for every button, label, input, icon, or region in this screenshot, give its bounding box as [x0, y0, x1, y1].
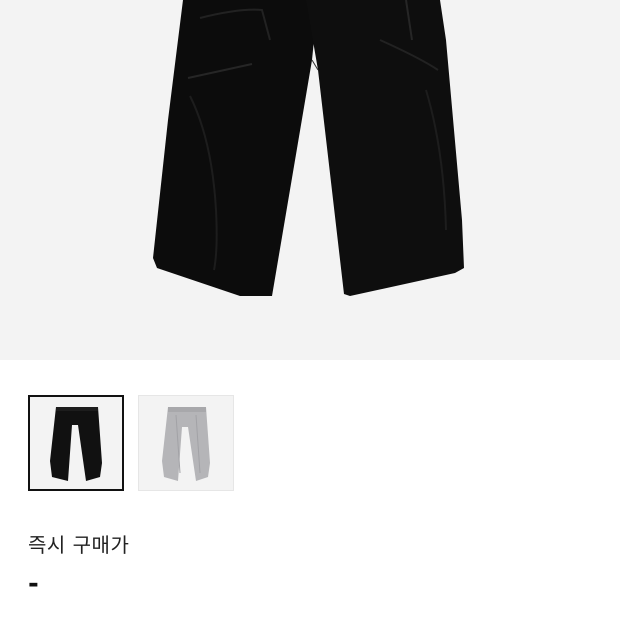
instant-buy-price-label: 즉시 구매가	[28, 533, 130, 557]
product-page: 즉시 구매가 -	[0, 0, 620, 620]
thumbnail-black-pants[interactable]	[28, 395, 124, 491]
black-pants-thumb-icon	[50, 407, 102, 481]
gray-pants-thumb-icon	[162, 407, 210, 481]
thumbnail-gray-pants[interactable]	[138, 395, 234, 491]
product-main-image	[0, 0, 620, 360]
thumbnail-strip	[28, 395, 234, 491]
instant-buy-price-value: -	[28, 569, 39, 599]
black-pants-image	[153, 0, 464, 296]
